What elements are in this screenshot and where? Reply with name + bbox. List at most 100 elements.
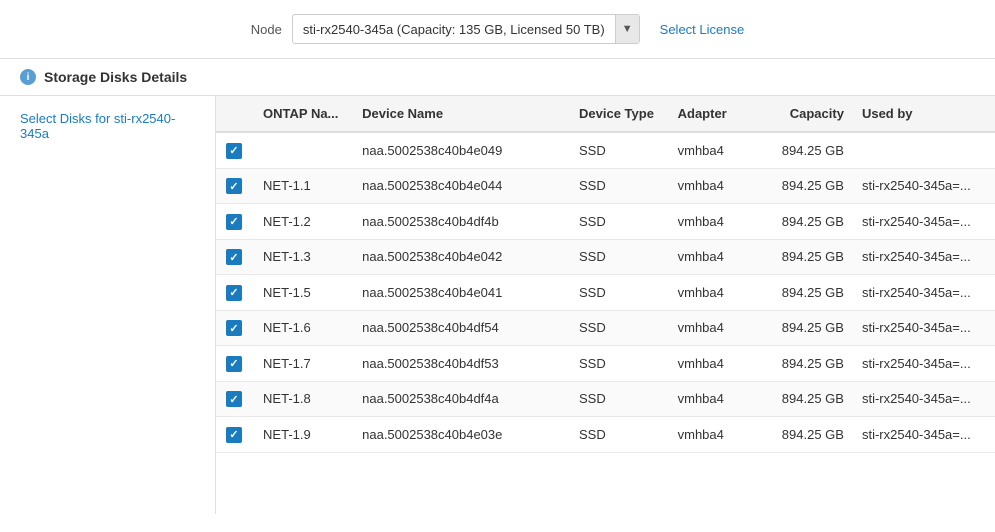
table-row: NET-1.5naa.5002538c40b4e041SSDvmhba4894.…	[216, 275, 995, 311]
table-row: naa.5002538c40b4e049SSDvmhba4894.25 GB	[216, 132, 995, 168]
row-device-type: SSD	[571, 381, 670, 417]
row-ontap-name: NET-1.6	[255, 310, 354, 346]
row-adapter: vmhba4	[670, 417, 757, 453]
row-checkbox-cell	[216, 204, 255, 240]
top-bar: Node sti-rx2540-345a (Capacity: 135 GB, …	[0, 0, 995, 59]
row-checkbox-cell	[216, 381, 255, 417]
row-device-name: naa.5002538c40b4e049	[354, 132, 571, 168]
row-device-type: SSD	[571, 168, 670, 204]
row-used-by: sti-rx2540-345a=...	[854, 310, 995, 346]
row-checkbox-cell	[216, 275, 255, 311]
row-used-by: sti-rx2540-345a=...	[854, 275, 995, 311]
col-header-ontap: ONTAP Na...	[255, 96, 354, 132]
row-device-type: SSD	[571, 346, 670, 382]
row-adapter: vmhba4	[670, 168, 757, 204]
row-ontap-name: NET-1.5	[255, 275, 354, 311]
row-checkbox-cell	[216, 310, 255, 346]
row-checkbox[interactable]	[226, 249, 242, 265]
row-device-name: naa.5002538c40b4e03e	[354, 417, 571, 453]
row-adapter: vmhba4	[670, 346, 757, 382]
row-checkbox[interactable]	[226, 356, 242, 372]
row-device-type: SSD	[571, 239, 670, 275]
row-adapter: vmhba4	[670, 310, 757, 346]
select-disks-label: Select Disks for sti-rx2540-345a	[20, 111, 195, 141]
select-disks-prefix: Select Disks for	[20, 111, 114, 126]
row-used-by: sti-rx2540-345a=...	[854, 381, 995, 417]
row-adapter: vmhba4	[670, 239, 757, 275]
disks-table: ONTAP Na... Device Name Device Type Adap…	[216, 96, 995, 453]
row-checkbox[interactable]	[226, 391, 242, 407]
row-ontap-name	[255, 132, 354, 168]
row-capacity: 894.25 GB	[756, 275, 854, 311]
section-header: i Storage Disks Details	[0, 59, 995, 96]
col-header-usedby: Used by	[854, 96, 995, 132]
table-row: NET-1.7naa.5002538c40b4df53SSDvmhba4894.…	[216, 346, 995, 382]
row-device-name: naa.5002538c40b4e044	[354, 168, 571, 204]
node-select-value: sti-rx2540-345a (Capacity: 135 GB, Licen…	[293, 22, 615, 37]
row-capacity: 894.25 GB	[756, 346, 854, 382]
row-used-by: sti-rx2540-345a=...	[854, 417, 995, 453]
select-license-link[interactable]: Select License	[660, 22, 745, 37]
row-device-name: naa.5002538c40b4df54	[354, 310, 571, 346]
row-device-type: SSD	[571, 275, 670, 311]
row-checkbox-cell	[216, 132, 255, 168]
table-row: NET-1.3naa.5002538c40b4e042SSDvmhba4894.…	[216, 239, 995, 275]
row-device-name: naa.5002538c40b4df4b	[354, 204, 571, 240]
row-checkbox[interactable]	[226, 143, 242, 159]
table-row: NET-1.6naa.5002538c40b4df54SSDvmhba4894.…	[216, 310, 995, 346]
row-used-by: sti-rx2540-345a=...	[854, 239, 995, 275]
col-header-device: Device Name	[354, 96, 571, 132]
row-device-name: naa.5002538c40b4e042	[354, 239, 571, 275]
row-ontap-name: NET-1.1	[255, 168, 354, 204]
row-capacity: 894.25 GB	[756, 239, 854, 275]
row-used-by: sti-rx2540-345a=...	[854, 346, 995, 382]
left-panel: Select Disks for sti-rx2540-345a	[0, 96, 215, 514]
row-checkbox[interactable]	[226, 427, 242, 443]
row-checkbox-cell	[216, 346, 255, 382]
col-header-capacity: Capacity	[756, 96, 854, 132]
row-device-name: naa.5002538c40b4e041	[354, 275, 571, 311]
row-capacity: 894.25 GB	[756, 381, 854, 417]
row-ontap-name: NET-1.7	[255, 346, 354, 382]
row-device-type: SSD	[571, 132, 670, 168]
node-select-arrow-icon[interactable]: ▼	[615, 15, 639, 43]
row-ontap-name: NET-1.3	[255, 239, 354, 275]
main-content: Select Disks for sti-rx2540-345a ONTAP N…	[0, 96, 995, 514]
row-checkbox-cell	[216, 417, 255, 453]
col-header-check	[216, 96, 255, 132]
row-capacity: 894.25 GB	[756, 204, 854, 240]
row-checkbox[interactable]	[226, 320, 242, 336]
row-capacity: 894.25 GB	[756, 168, 854, 204]
row-checkbox[interactable]	[226, 178, 242, 194]
row-used-by: sti-rx2540-345a=...	[854, 204, 995, 240]
col-header-type: Device Type	[571, 96, 670, 132]
info-icon: i	[20, 69, 36, 85]
row-adapter: vmhba4	[670, 275, 757, 311]
row-used-by: sti-rx2540-345a=...	[854, 168, 995, 204]
row-adapter: vmhba4	[670, 381, 757, 417]
col-header-adapter: Adapter	[670, 96, 757, 132]
row-ontap-name: NET-1.8	[255, 381, 354, 417]
row-checkbox[interactable]	[226, 285, 242, 301]
row-device-name: naa.5002538c40b4df53	[354, 346, 571, 382]
row-checkbox-cell	[216, 239, 255, 275]
table-row: NET-1.2naa.5002538c40b4df4bSSDvmhba4894.…	[216, 204, 995, 240]
row-device-name: naa.5002538c40b4df4a	[354, 381, 571, 417]
row-checkbox[interactable]	[226, 214, 242, 230]
row-checkbox-cell	[216, 168, 255, 204]
node-label: Node	[251, 22, 282, 37]
row-device-type: SSD	[571, 417, 670, 453]
row-device-type: SSD	[571, 310, 670, 346]
section-title: Storage Disks Details	[44, 69, 187, 85]
row-capacity: 894.25 GB	[756, 417, 854, 453]
row-device-type: SSD	[571, 204, 670, 240]
row-ontap-name: NET-1.2	[255, 204, 354, 240]
table-header-row: ONTAP Na... Device Name Device Type Adap…	[216, 96, 995, 132]
row-capacity: 894.25 GB	[756, 132, 854, 168]
row-used-by	[854, 132, 995, 168]
table-row: NET-1.1naa.5002538c40b4e044SSDvmhba4894.…	[216, 168, 995, 204]
node-select[interactable]: sti-rx2540-345a (Capacity: 135 GB, Licen…	[292, 14, 640, 44]
row-ontap-name: NET-1.9	[255, 417, 354, 453]
table-wrapper: ONTAP Na... Device Name Device Type Adap…	[215, 96, 995, 514]
table-container[interactable]: ONTAP Na... Device Name Device Type Adap…	[216, 96, 995, 514]
